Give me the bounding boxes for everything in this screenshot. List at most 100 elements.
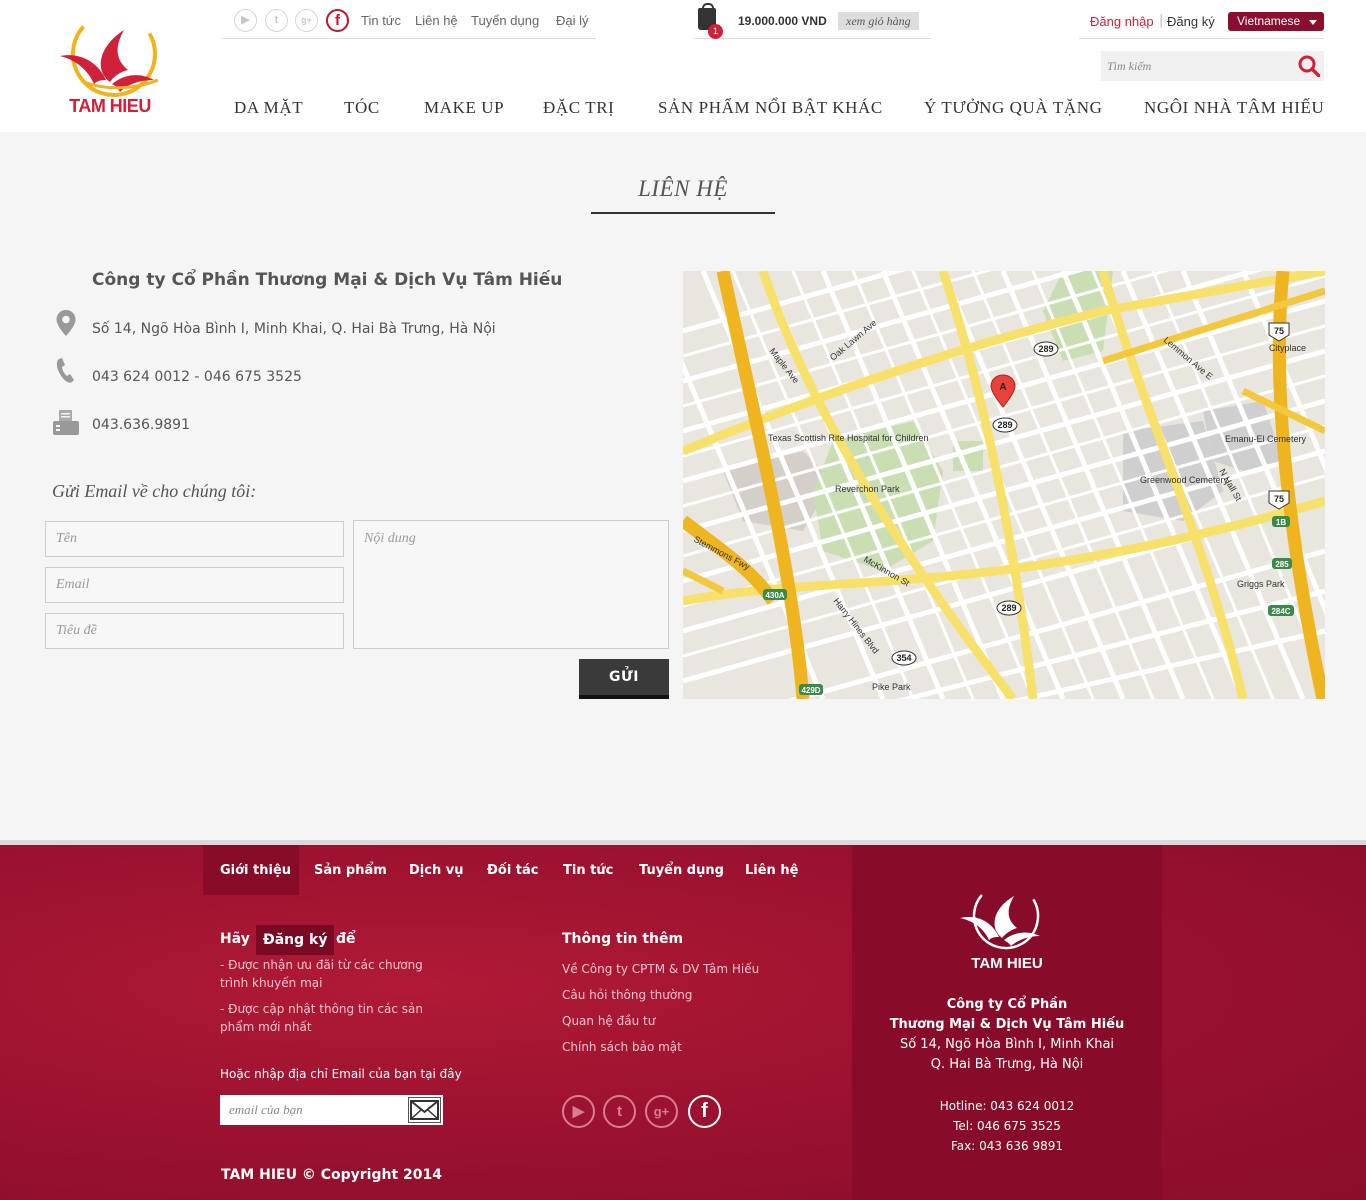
top-link-agents[interactable]: Đại lý xyxy=(556,13,589,28)
login-link[interactable]: Đăng nhập xyxy=(1090,14,1154,29)
cart-summary[interactable]: 1 19.000.000 VND xem giỏ hàng xyxy=(694,3,931,39)
nav-hair[interactable]: TÓC xyxy=(344,98,380,118)
exit-shield-429d: 429D xyxy=(799,684,823,695)
map-label-emanu-el: Emanu-El Cemetery xyxy=(1225,434,1307,444)
nav-gift-ideas[interactable]: Ý TƯỞNG QUÀ TẶNG xyxy=(924,98,1102,118)
footer-address-line1: Số 14, Ngõ Hòa Bình I, Minh Khai xyxy=(899,1037,1115,1052)
svg-text:354: 354 xyxy=(896,653,911,663)
email-field[interactable] xyxy=(45,567,344,603)
separator: | xyxy=(1159,13,1164,28)
more-info-title: Thông tin thêm xyxy=(562,931,684,947)
location-map[interactable]: 289 289 289 75 75 354 430A 429D 285 284C… xyxy=(683,271,1325,699)
send-button[interactable]: GỬI xyxy=(579,659,669,699)
map-canvas[interactable]: 289 289 289 75 75 354 430A 429D 285 284C… xyxy=(683,271,1325,699)
svg-text:289: 289 xyxy=(1038,344,1053,354)
map-label-griggs: Griggs Park xyxy=(1237,579,1285,589)
map-label-pike-park: Pike Park xyxy=(872,682,911,692)
svg-text:1B: 1B xyxy=(1276,518,1286,527)
site-header: TAM HIEU ▶ t g+ f Tin tức Liên hệ Tuyển … xyxy=(0,0,1366,132)
footer-nav-news[interactable]: Tin tức xyxy=(563,863,613,878)
footer-facebook-icon[interactable]: f xyxy=(688,1095,721,1128)
svg-text:289: 289 xyxy=(1001,603,1016,613)
top-link-news[interactable]: Tin tức xyxy=(361,13,401,28)
fax-icon xyxy=(53,410,79,435)
footer-nav-contact[interactable]: Liên hệ xyxy=(745,863,798,878)
subscribe-prefix: Hãy xyxy=(220,931,250,947)
google-plus-icon[interactable]: g+ xyxy=(295,9,318,32)
subject-field[interactable] xyxy=(45,613,344,649)
subscribe-suffix: để xyxy=(336,931,356,947)
exit-shield-430a: 430A xyxy=(763,589,787,600)
site-footer: Giới thiệu Sản phẩm Dịch vụ Đối tác Tin … xyxy=(0,840,1366,1200)
highway-shield-289b: 289 xyxy=(992,417,1018,433)
footer-company-line2: Thương Mại & Dịch Vụ Tâm Hiếu xyxy=(889,1017,1125,1032)
newsletter-email-input[interactable] xyxy=(220,1095,406,1125)
more-link-investor[interactable]: Quan hệ đầu tư xyxy=(562,1014,655,1028)
benefit-2: - Được cập nhật thông tin các sản phẩm m… xyxy=(220,1002,423,1034)
nav-about-house[interactable]: NGÔI NHÀ TÂM HIẾU xyxy=(1144,98,1324,118)
register-link[interactable]: Đăng ký xyxy=(1167,14,1215,29)
language-select[interactable]: Vietnamese xyxy=(1228,12,1324,31)
page-title: LIÊN HỆ xyxy=(591,176,775,214)
footer-nav-careers[interactable]: Tuyển dụng xyxy=(639,863,724,878)
exit-shield-284c: 284C xyxy=(1268,605,1294,616)
footer-twitter-icon[interactable]: t xyxy=(603,1095,636,1128)
footer-nav-products[interactable]: Sản phẩm xyxy=(314,863,387,878)
youtube-icon[interactable]: ▶ xyxy=(234,9,257,32)
footer-google-plus-icon[interactable]: g+ xyxy=(645,1095,678,1128)
footer-nav-partners[interactable]: Đối tác xyxy=(487,863,539,878)
newsletter-submit-button[interactable] xyxy=(408,1097,441,1123)
svg-text:285: 285 xyxy=(1275,560,1289,569)
exit-shield-285: 285 xyxy=(1272,558,1292,569)
subscribe-register-link[interactable]: Đăng ký xyxy=(256,925,335,955)
footer-logo-icon[interactable] xyxy=(956,880,1048,952)
exit-shield-1b: 1B xyxy=(1272,516,1290,527)
highway-shield-289a: 289 xyxy=(1033,341,1059,357)
highway-shield-289c: 289 xyxy=(996,600,1022,616)
svg-text:430A: 430A xyxy=(765,591,784,600)
search-box xyxy=(1101,51,1324,81)
more-link-privacy[interactable]: Chính sách bảo mật xyxy=(562,1040,682,1054)
twitter-icon[interactable]: t xyxy=(265,9,288,32)
top-link-careers[interactable]: Tuyển dụng xyxy=(471,13,539,28)
facebook-icon[interactable]: f xyxy=(326,9,349,32)
map-label-hospital: Texas Scottish Rite Hospital for Childre… xyxy=(768,433,929,443)
phone-icon xyxy=(56,358,74,383)
footer-fax: Fax: 043 636 9891 xyxy=(950,1139,1064,1153)
search-icon[interactable] xyxy=(1298,55,1320,77)
svg-text:75: 75 xyxy=(1274,494,1284,504)
footer-nav-about[interactable]: Giới thiệu xyxy=(220,863,291,878)
footer-address-line2: Q. Hai Bà Trưng, Hà Nội xyxy=(930,1057,1084,1072)
svg-text:289: 289 xyxy=(997,420,1012,430)
account-bar: Đăng nhập | Đăng ký Vietnamese xyxy=(1079,6,1324,39)
newsletter-box xyxy=(220,1095,443,1125)
footer-company-line1: Công ty Cổ Phần xyxy=(946,997,1068,1012)
map-label-cityplace: Cityplace xyxy=(1269,343,1306,353)
message-field[interactable] xyxy=(353,520,669,649)
footer-nav-services[interactable]: Dịch vụ xyxy=(409,863,463,878)
nav-treatment[interactable]: ĐẶC TRỊ xyxy=(543,98,614,118)
svg-text:75: 75 xyxy=(1274,326,1284,336)
more-link-faq[interactable]: Câu hỏi thông thường xyxy=(562,988,692,1002)
nav-skin[interactable]: DA MẶT xyxy=(234,98,303,118)
footer-tel: Tel: 046 675 3525 xyxy=(953,1119,1061,1133)
svg-text:284C: 284C xyxy=(1271,607,1290,616)
nav-makeup[interactable]: MAKE UP xyxy=(424,98,504,118)
search-input[interactable] xyxy=(1101,51,1291,81)
benefit-1: - Được nhận ưu đãi từ các chương trình k… xyxy=(220,958,423,990)
view-cart-button[interactable]: xem giỏ hàng xyxy=(838,12,919,30)
footer-logo-text: TAM HIEU xyxy=(971,955,1043,972)
copyright-text: TAM HIEU © Copyright 2014 xyxy=(221,1167,442,1183)
nav-featured[interactable]: SẢN PHẨM NỔI BẬT KHÁC xyxy=(658,98,883,118)
email-prompt: Hoặc nhập địa chỉ Email của bạn tại đây xyxy=(220,1067,462,1081)
cart-total: 19.000.000 VND xyxy=(738,14,827,28)
svg-text:A: A xyxy=(999,382,1006,393)
more-link-about-company[interactable]: Về Công ty CPTM & DV Tâm Hiếu xyxy=(562,962,759,976)
top-link-contact[interactable]: Liên hệ xyxy=(415,13,458,28)
name-field[interactable] xyxy=(45,521,344,557)
footer-hotline: Hotline: 043 624 0012 xyxy=(939,1099,1075,1113)
envelope-icon xyxy=(410,1100,439,1120)
cart-count-badge: 1 xyxy=(708,24,723,39)
footer-youtube-icon[interactable]: ▶ xyxy=(562,1095,595,1128)
company-name: Công ty Cổ Phần Thương Mại & Dịch Vụ Tâm… xyxy=(92,270,563,290)
